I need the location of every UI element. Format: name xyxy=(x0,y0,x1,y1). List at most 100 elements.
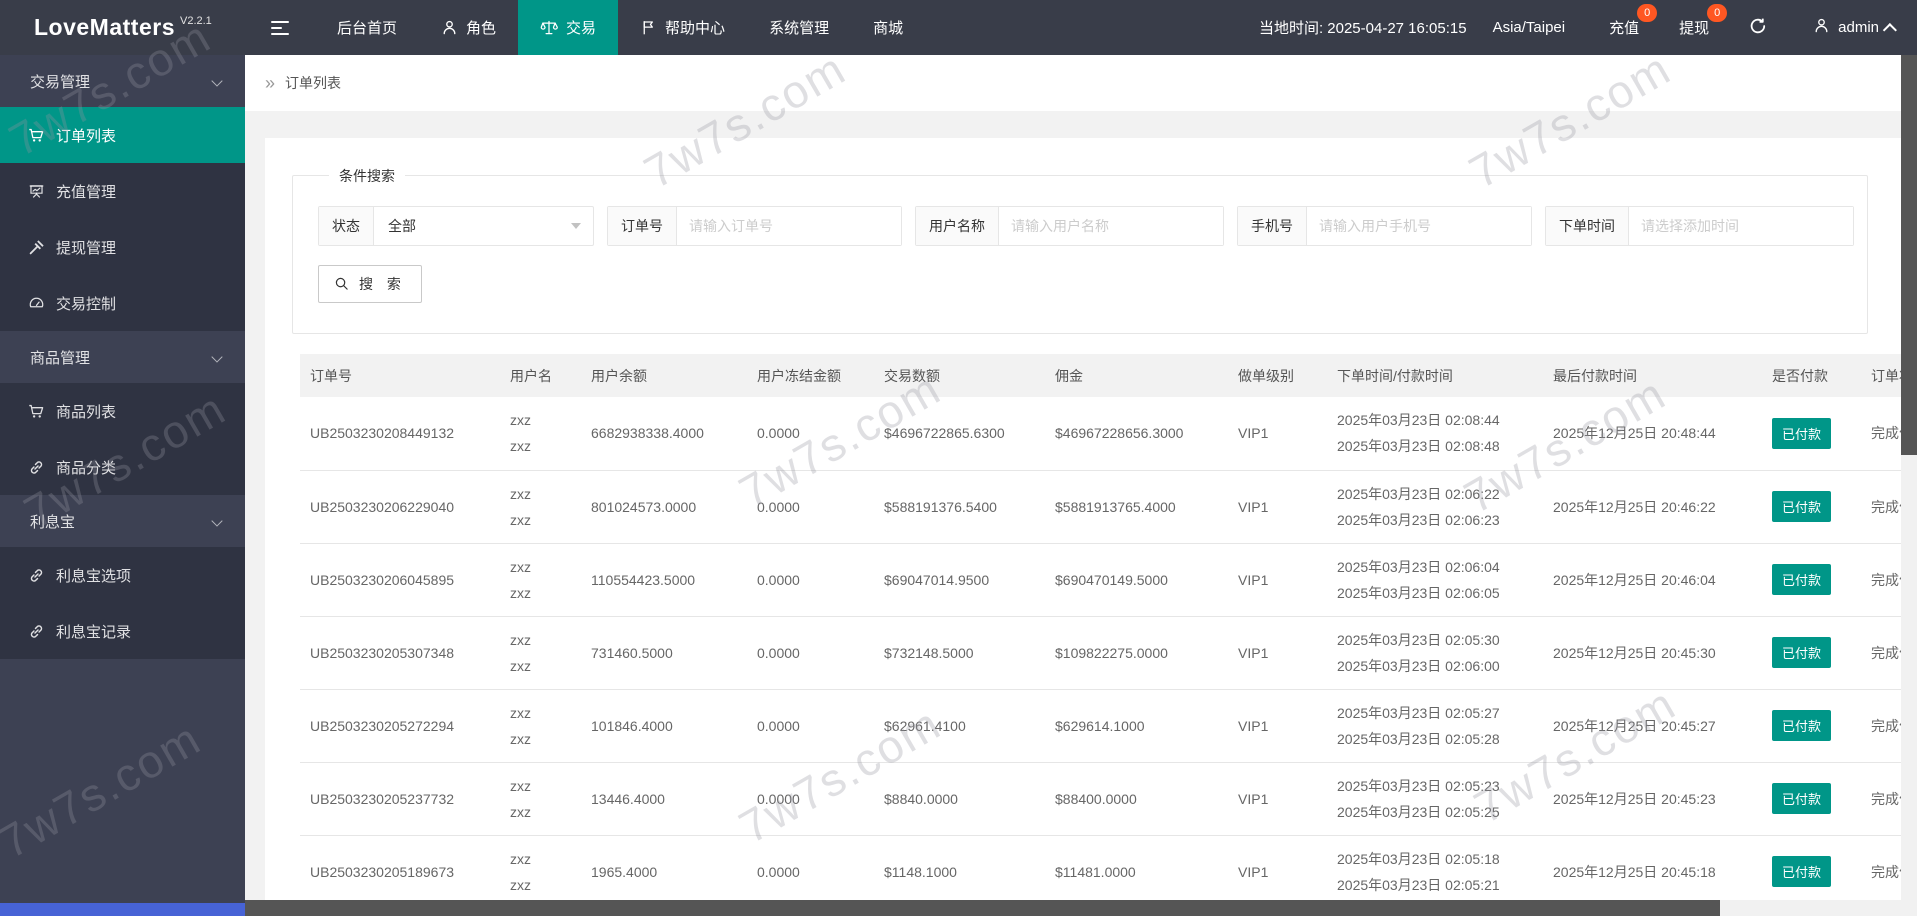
app-logo-text: LoveMatters xyxy=(34,14,175,40)
quick-recharge-button[interactable]: 充值 0 xyxy=(1609,4,1658,38)
sidebar-item-label: 交易控制 xyxy=(56,295,117,313)
order-no-cell: UB2503230208449132 xyxy=(300,397,500,471)
last-pay-time-cell: 2025年12月25日 20:46:04 xyxy=(1543,543,1762,617)
scales-icon xyxy=(540,19,558,37)
frozen-cell: 0.0000 xyxy=(747,762,874,836)
balance-cell: 1965.4000 xyxy=(581,835,747,909)
sidebar-section-title: 商品管理 xyxy=(30,349,91,367)
column-header: 最后付款时间 xyxy=(1543,354,1762,397)
phone-group: 手机号 xyxy=(1237,206,1532,246)
sidebar-item-interest-records[interactable]: 利息宝记录 xyxy=(0,603,245,659)
last-pay-time-cell: 2025年12月25日 20:48:44 xyxy=(1543,397,1762,471)
phone-input[interactable] xyxy=(1307,207,1531,245)
horizontal-scrollbar[interactable] xyxy=(245,900,1901,916)
times-cell: 2025年03月23日 02:05:30 2025年03月23日 02:06:00 xyxy=(1327,616,1543,690)
level-cell: VIP1 xyxy=(1228,543,1327,617)
user-icon xyxy=(1813,17,1830,38)
nav-item-trade[interactable]: 交易 xyxy=(518,0,619,55)
cart-icon xyxy=(28,403,45,420)
paid-badge: 已付款 xyxy=(1772,564,1832,595)
status-select[interactable]: 全部 xyxy=(374,207,593,245)
nav-item-system[interactable]: 系统管理 xyxy=(747,0,851,55)
refresh-button[interactable] xyxy=(1749,17,1767,39)
nav-item-mall[interactable]: 商城 xyxy=(851,0,925,55)
search-icon xyxy=(334,276,350,292)
amount-cell: $4696722865.6300 xyxy=(874,397,1045,471)
topbar: LoveMatters V2.2.1 后台首页 角色 交易 帮助中心 系统管理 商城 当地… xyxy=(0,0,1917,55)
breadcrumb-current: 订单列表 xyxy=(285,75,342,91)
vertical-scrollbar[interactable] xyxy=(1901,55,1917,916)
last-pay-time-cell: 2025年12月25日 20:45:30 xyxy=(1543,616,1762,690)
table-row: UB2503230208449132 zxz zxz 6682938338.4000 0… xyxy=(300,397,1901,471)
notification-badge: 0 xyxy=(1707,4,1728,22)
amount-cell: $588191376.5400 xyxy=(874,470,1045,544)
order-no-input[interactable] xyxy=(677,207,901,245)
sidebar-item-withdraw-mgmt[interactable]: 提现管理 xyxy=(0,219,245,275)
commission-cell: $629614.1000 xyxy=(1045,689,1228,763)
chevron-down-icon xyxy=(211,75,223,87)
horizontal-scrollbar-thumb[interactable] xyxy=(245,900,1720,916)
orders-table-wrap: 订单号 用户名 用户余额 用户冻结金额 交易数额 佣金 做单级别 下单时间/付款时间 最后付款时… xyxy=(300,354,1901,909)
sidebar-item-label: 利息宝选项 xyxy=(56,567,132,585)
sidebar-item-recharge-mgmt[interactable]: 充值管理 xyxy=(0,163,245,219)
sidebar-bottom-scrollbar[interactable] xyxy=(0,903,245,916)
amount-cell: $62961.4100 xyxy=(874,689,1045,763)
order-no-cell: UB2503230206229040 xyxy=(300,470,500,544)
nav-item-role[interactable]: 角色 xyxy=(419,0,518,55)
last-pay-time-cell: 2025年12月25日 20:45:18 xyxy=(1543,835,1762,909)
order-time-label: 下单时间 xyxy=(1546,207,1629,245)
sidebar-item-label: 订单列表 xyxy=(56,127,117,145)
orders-tbody: UB2503230208449132 zxz zxz 6682938338.4000 0… xyxy=(300,397,1901,909)
search-button[interactable]: 搜 索 xyxy=(318,265,422,303)
sidebar-item-goods-category[interactable]: 商品分类 xyxy=(0,439,245,495)
sidebar-item-interest-options[interactable]: 利息宝选项 xyxy=(0,547,245,603)
user-name-input[interactable] xyxy=(999,207,1223,245)
level-cell: VIP1 xyxy=(1228,689,1327,763)
nav-item-label: 商城 xyxy=(873,20,904,37)
order-time-group: 下单时间 xyxy=(1545,206,1854,246)
table-row: UB2503230205272294 zxz zxz 101846.4000 0.000… xyxy=(300,689,1901,763)
timezone: Asia/Taipei xyxy=(1492,19,1566,36)
times-cell: 2025年03月23日 02:05:27 2025年03月23日 02:05:28 xyxy=(1327,689,1543,763)
username-cell: zxz zxz xyxy=(500,397,581,471)
column-header: 下单时间/付款时间 xyxy=(1327,354,1543,397)
commission-cell: $690470149.5000 xyxy=(1045,543,1228,617)
hamburger-icon xyxy=(271,17,289,39)
paid-badge: 已付款 xyxy=(1772,417,1832,449)
nav-item-home[interactable]: 后台首页 xyxy=(315,0,419,55)
search-form-row: 状态 全部 订单号 用户名称 手机号 下单时间 xyxy=(318,206,1854,246)
user-menu[interactable]: admin xyxy=(1813,17,1897,38)
order-time-input[interactable] xyxy=(1629,207,1853,245)
order-no-label: 订单号 xyxy=(608,207,677,245)
paid-cell: 已付款 xyxy=(1762,835,1861,909)
sidebar-section-1[interactable]: 商品管理 xyxy=(0,331,245,383)
sidebar-item-goods-list[interactable]: 商品列表 xyxy=(0,383,245,439)
username-cell: zxz zxz xyxy=(500,543,581,617)
order-no-cell: UB2503230205272294 xyxy=(300,689,500,763)
balance-cell: 731460.5000 xyxy=(581,616,747,690)
vertical-scrollbar-thumb[interactable] xyxy=(1901,55,1917,455)
balance-cell: 801024573.0000 xyxy=(581,470,747,544)
level-cell: VIP1 xyxy=(1228,616,1327,690)
commission-cell: $5881913765.4000 xyxy=(1045,470,1228,544)
last-pay-time-cell: 2025年12月25日 20:45:23 xyxy=(1543,762,1762,836)
frozen-cell: 0.0000 xyxy=(747,616,874,690)
nav-item-label: 角色 xyxy=(466,20,497,37)
sidebar-item-order-list[interactable]: 订单列表 xyxy=(0,107,245,163)
last-pay-time-cell: 2025年12月25日 20:45:27 xyxy=(1543,689,1762,763)
column-header: 用户余额 xyxy=(581,354,747,397)
sidebar-section-2[interactable]: 利息宝 xyxy=(0,495,245,547)
amount-cell: $69047014.9500 xyxy=(874,543,1045,617)
username-cell: zxz zxz xyxy=(500,835,581,909)
paid-badge: 已付款 xyxy=(1772,637,1832,668)
paid-badge: 已付款 xyxy=(1772,783,1832,814)
sidebar-section-0[interactable]: 交易管理 xyxy=(0,55,245,107)
sidebar-toggle-button[interactable] xyxy=(245,0,315,55)
user-name-label: 用户名称 xyxy=(916,207,999,245)
nav-item-help[interactable]: 帮助中心 xyxy=(618,0,747,55)
status-cell: 完成付款 xyxy=(1861,397,1901,471)
chevron-down-icon xyxy=(211,351,223,363)
sidebar-item-trade-control[interactable]: 交易控制 xyxy=(0,275,245,331)
quick-withdraw-button[interactable]: 提现 0 xyxy=(1679,4,1728,38)
search-button-label: 搜 索 xyxy=(359,276,406,292)
